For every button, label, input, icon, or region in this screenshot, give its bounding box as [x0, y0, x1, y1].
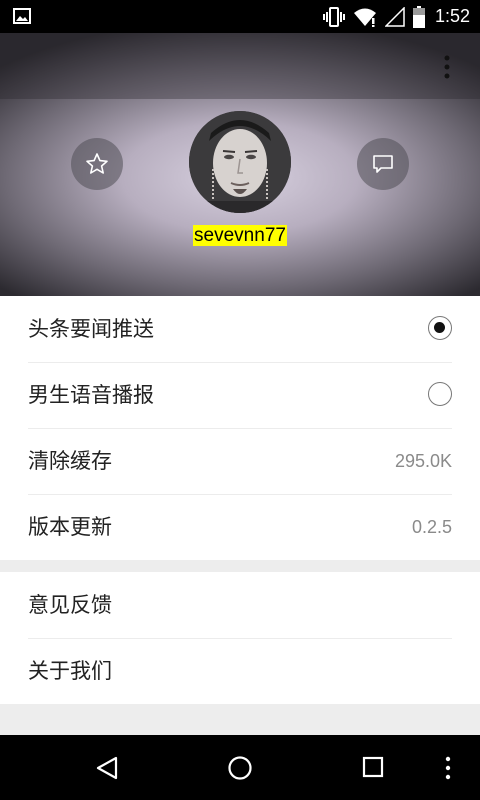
- settings-group-2: 意见反馈 关于我们: [0, 572, 480, 704]
- setting-label: 版本更新: [28, 515, 112, 539]
- profile-header: sevevnn77: [0, 33, 480, 296]
- avatar[interactable]: [189, 111, 291, 213]
- setting-label: 关于我们: [28, 659, 112, 683]
- username-wrap: sevevnn77: [0, 225, 480, 247]
- recents-icon[interactable]: [361, 755, 385, 779]
- message-icon: [373, 155, 393, 173]
- setting-label: 头条要闻推送: [28, 317, 154, 341]
- home-icon[interactable]: [227, 755, 253, 781]
- status-bar: 1:52: [0, 0, 480, 33]
- signal-icon: [384, 6, 405, 27]
- setting-headline-push[interactable]: 头条要闻推送: [0, 296, 480, 362]
- navigation-bar: [0, 735, 480, 800]
- radio-unchecked[interactable]: [428, 382, 452, 406]
- setting-label: 意见反馈: [28, 593, 112, 617]
- menu-icon[interactable]: [443, 755, 453, 781]
- setting-clear-cache[interactable]: 清除缓存 295.0K: [0, 428, 480, 494]
- radio-checked[interactable]: [428, 316, 452, 340]
- cache-size: 295.0K: [394, 451, 452, 471]
- setting-about-us[interactable]: 关于我们: [0, 638, 480, 704]
- battery-icon: [412, 5, 425, 28]
- username: sevevnn77: [193, 225, 287, 246]
- status-icons: 1:52: [322, 0, 470, 33]
- version-number: 0.2.5: [411, 517, 452, 537]
- star-icon: [86, 153, 108, 174]
- setting-label: 男生语音播报: [28, 383, 154, 407]
- gallery-icon: [13, 8, 31, 24]
- setting-feedback[interactable]: 意见反馈: [0, 572, 480, 638]
- more-vertical-icon[interactable]: [438, 53, 456, 81]
- wifi-icon: [353, 8, 376, 27]
- header-top-band: [0, 33, 480, 99]
- message-button[interactable]: [357, 138, 409, 190]
- setting-male-voice[interactable]: 男生语音播报: [0, 362, 480, 428]
- favorite-button[interactable]: [71, 138, 123, 190]
- status-time: 1:52: [434, 6, 470, 26]
- setting-version-update[interactable]: 版本更新 0.2.5: [0, 494, 480, 560]
- setting-label: 清除缓存: [28, 449, 112, 473]
- vibrate-icon: [322, 6, 345, 27]
- avatar-photo: [189, 111, 291, 213]
- settings-group-1: 头条要闻推送 男生语音播报 清除缓存 295.0K 版本更新 0.2.5: [0, 296, 480, 560]
- back-icon[interactable]: [94, 755, 120, 781]
